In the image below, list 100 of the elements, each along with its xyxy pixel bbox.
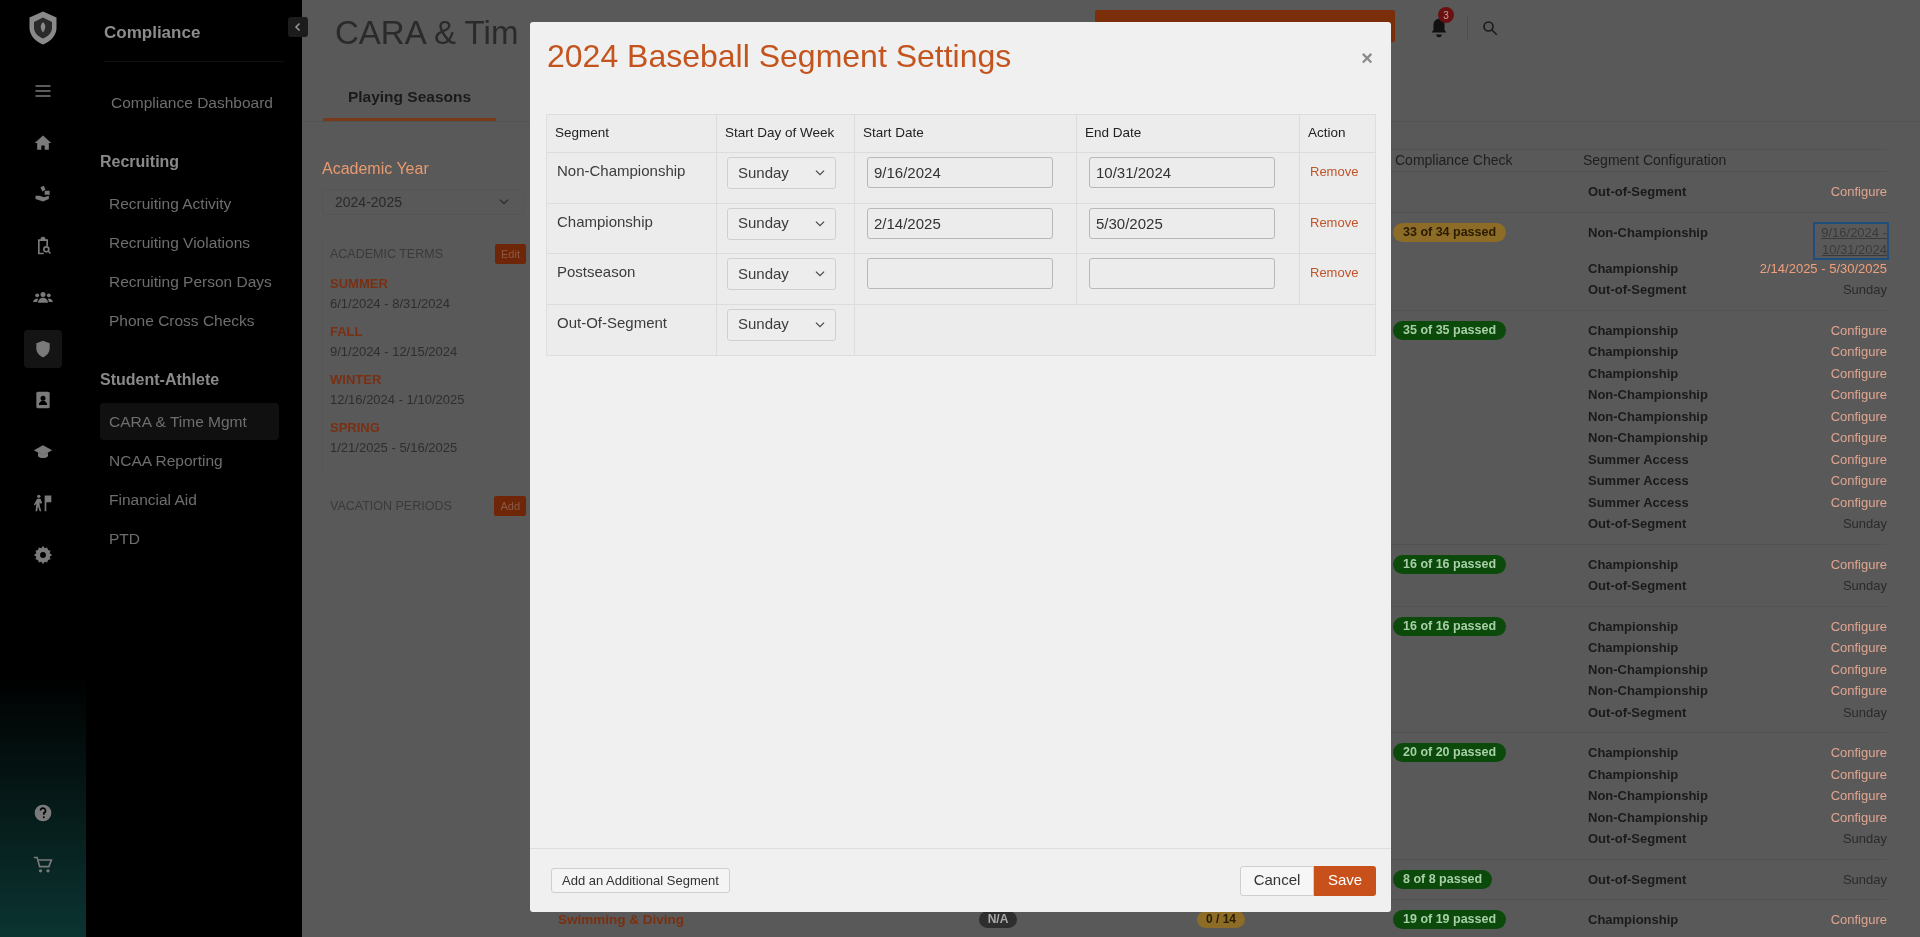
column-header: Compliance Check — [1394, 151, 1514, 170]
segment-name: Championship — [1588, 617, 1679, 636]
segment-name: Championship — [1588, 555, 1679, 574]
compliance-badge: 33 of 34 passed — [1393, 222, 1507, 242]
sidebar-item[interactable]: Recruiting Violations — [100, 224, 258, 261]
segment-name: Championship — [1588, 765, 1679, 784]
configure-link[interactable]: Configure — [1830, 427, 1887, 449]
help-icon — [33, 803, 53, 823]
term-name: FALL — [330, 323, 363, 341]
configure-link[interactable]: Configure — [1830, 658, 1887, 680]
configure-link[interactable]: Configure — [1830, 742, 1887, 764]
segment-name: Out-Of-Segment — [547, 304, 717, 355]
segment-name: Championship — [1588, 744, 1679, 762]
sidebar-item[interactable]: Phone Cross Checks — [100, 302, 263, 339]
date-field[interactable]: 5/30/2025 — [1089, 207, 1275, 239]
remove-link[interactable]: Remove — [1310, 265, 1359, 280]
column-header: Segment — [547, 115, 717, 153]
segment-name: Championship — [547, 203, 717, 254]
configure-link[interactable]: Configure — [1830, 615, 1887, 637]
column-header: End Date — [1077, 115, 1300, 153]
modal-title: 2024 Baseball Segment Settings — [547, 37, 1012, 76]
sidebar-item[interactable]: PTD — [100, 520, 148, 557]
configure-link[interactable]: Configure — [1830, 680, 1887, 702]
configure-link[interactable]: Configure — [1830, 553, 1887, 575]
remove-link[interactable]: Remove — [1310, 164, 1359, 179]
configure-link[interactable]: Configure — [1830, 637, 1887, 659]
segment-name: Non-Championship — [1588, 808, 1708, 827]
segment-name: Championship — [1588, 343, 1679, 361]
configure-link[interactable]: Configure — [1830, 470, 1887, 492]
select-value: Sunday — [738, 263, 789, 284]
day-select[interactable]: Sunday — [727, 308, 836, 341]
sidebar-item[interactable]: Financial Aid — [100, 481, 205, 518]
segment-name: Out-of-Segment — [1588, 183, 1687, 201]
date-range: 2/14/2025 - 5/30/2025 — [1759, 259, 1887, 278]
day-select[interactable]: Sunday — [727, 258, 836, 290]
remove-link[interactable]: Remove — [1310, 214, 1359, 230]
date-field[interactable]: 9/16/2024 — [867, 157, 1053, 188]
configure-link[interactable]: Configure — [1830, 909, 1887, 931]
column-header: Segment Configuration — [1583, 151, 1728, 170]
segment-name: Summer Access — [1588, 472, 1689, 490]
segment-name: Championship — [1588, 321, 1679, 340]
select-value: Sunday — [738, 162, 789, 183]
search-button[interactable] — [1480, 18, 1500, 38]
segment-name: Non-Championship — [1588, 429, 1708, 447]
segment-name: Out-of-Segment — [1588, 870, 1687, 889]
sidebar-item[interactable]: Recruiting Activity — [100, 185, 240, 222]
configure-link[interactable]: Configure — [1830, 785, 1887, 807]
settings-icon — [33, 544, 53, 565]
shield-nav-button[interactable] — [24, 329, 62, 368]
configure-link[interactable]: Configure — [1830, 405, 1887, 427]
cancel-button[interactable]: Cancel — [1240, 865, 1314, 896]
segment-name: Summer Access — [1588, 493, 1689, 512]
configure-link[interactable]: Configure — [1830, 341, 1887, 363]
sidebar-item[interactable]: Recruiting Person Days — [100, 263, 280, 300]
compliance-badge: 19 of 19 passed — [1393, 910, 1507, 930]
segment-name: Championship — [1588, 259, 1679, 278]
segment-name: Out-of-Segment — [1588, 577, 1687, 595]
configure-link[interactable]: Configure — [1830, 806, 1887, 828]
configure-link[interactable]: Configure — [1830, 448, 1887, 470]
sidebar-item[interactable]: NCAA Reporting — [100, 442, 231, 479]
compliance-badge: 35 of 35 passed — [1393, 320, 1507, 340]
add-segment-button[interactable]: Add an Additional Segment — [551, 868, 730, 893]
compliance-badge: 8 of 8 passed — [1393, 869, 1493, 889]
person-flag-icon — [33, 493, 53, 513]
edit-button[interactable]: Edit — [495, 244, 526, 264]
segment-name: Championship — [1588, 911, 1679, 929]
sidebar-item[interactable]: CARA & Time Mgmt — [100, 403, 279, 440]
term-name: SPRING — [330, 419, 380, 437]
field-label: Academic Year — [322, 159, 429, 179]
configure-link[interactable]: Configure — [1830, 181, 1887, 203]
select-value: Sunday — [738, 314, 789, 335]
collapse-button[interactable] — [288, 17, 308, 37]
day-select[interactable]: Sunday — [727, 157, 836, 189]
configure-link[interactable]: Configure — [1830, 491, 1887, 513]
date-field[interactable]: 10/31/2024 — [1089, 157, 1275, 188]
term-name: SUMMER — [330, 275, 388, 293]
column-header: Start Date — [855, 115, 1077, 153]
shield-icon — [33, 338, 53, 359]
date-field[interactable] — [1089, 258, 1275, 289]
configure-link[interactable]: Configure — [1830, 384, 1887, 406]
date-field[interactable]: 2/14/2025 — [867, 207, 1053, 239]
segment-name: Postseason — [547, 254, 717, 305]
segment-name: Non-Championship — [1588, 223, 1708, 242]
sidebar-item[interactable]: Compliance Dashboard — [100, 84, 281, 121]
date-field[interactable] — [867, 258, 1053, 289]
segment-name: Out-of-Segment — [1588, 703, 1687, 722]
configure-link[interactable]: Configure — [1830, 763, 1887, 785]
configure-link[interactable]: Configure — [1830, 319, 1887, 341]
segment-name: Non-Championship — [1588, 386, 1708, 404]
add-button[interactable]: Add — [494, 496, 526, 516]
save-button[interactable]: Save — [1314, 865, 1376, 896]
close-button[interactable]: × — [1361, 48, 1373, 68]
segment-name: Non-Championship — [1588, 682, 1708, 700]
compliance-badge: 16 of 16 passed — [1393, 616, 1507, 636]
compliance-badge: 16 of 16 passed — [1393, 554, 1507, 574]
segment-name: Non-Championship — [1588, 787, 1708, 805]
configure-link[interactable]: Configure — [1830, 362, 1887, 384]
day-select[interactable]: Sunday — [727, 207, 836, 240]
sidebar-heading: Student-Athlete — [100, 370, 221, 390]
tab[interactable]: Playing Seasons — [323, 55, 496, 121]
